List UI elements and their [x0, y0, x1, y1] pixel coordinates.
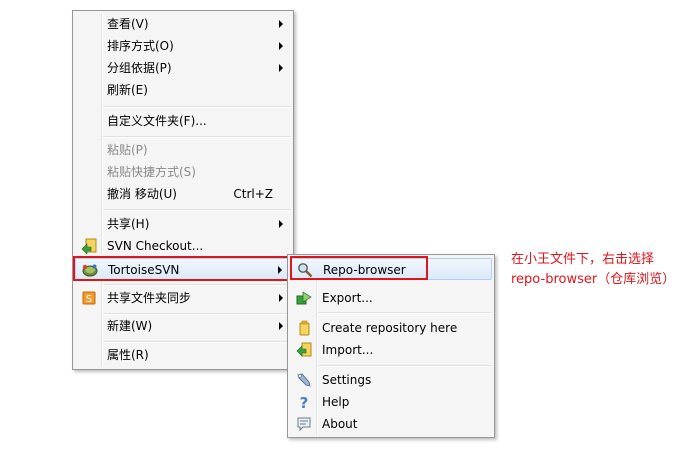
create-repository-icon: [296, 320, 312, 336]
tortoisesvn-submenu: Repo-browser Export... Create repository…: [287, 254, 495, 438]
submenu-item-import[interactable]: Import...: [290, 339, 492, 361]
svn-checkout-icon: [81, 238, 97, 255]
menu-item-label: 刷新(E): [107, 83, 148, 97]
submenu-item-settings[interactable]: Settings: [290, 369, 492, 391]
menu-item-properties[interactable]: 属性(R): [75, 344, 291, 366]
menu-item-label: 共享(H): [107, 217, 150, 231]
menu-item-refresh[interactable]: 刷新(E): [75, 79, 291, 101]
submenu-arrow-icon: [279, 322, 283, 330]
menu-item-label: Help: [322, 395, 350, 409]
svg-text:?: ?: [300, 394, 309, 410]
svg-text:S: S: [86, 294, 92, 305]
menu-item-label: 新建(W): [107, 319, 153, 333]
menu-item-sort-by[interactable]: 排序方式(O): [75, 35, 291, 57]
menu-item-label: Export...: [322, 291, 373, 305]
menu-separator: [103, 209, 291, 211]
menu-item-label: Import...: [322, 343, 374, 357]
menu-item-label: About: [322, 417, 358, 431]
menu-item-group-by[interactable]: 分组依据(P): [75, 57, 291, 79]
menu-item-label: 粘贴(P): [107, 143, 148, 157]
menu-item-customize-folder[interactable]: 自定义文件夹(F)...: [75, 110, 291, 132]
submenu-arrow-icon: [279, 64, 283, 72]
submenu-item-help[interactable]: ? Help: [290, 391, 492, 413]
menu-item-shortcut: Ctrl+Z: [233, 187, 273, 201]
submenu-item-export[interactable]: Export...: [290, 287, 492, 309]
menu-item-undo-move[interactable]: 撤消 移动(U) Ctrl+Z: [75, 183, 291, 205]
about-icon: [296, 416, 312, 432]
menu-item-paste: 粘贴(P): [75, 139, 291, 161]
submenu-arrow-icon: [279, 294, 283, 302]
menu-item-paste-shortcut: 粘贴快捷方式(S): [75, 161, 291, 183]
menu-separator: [318, 365, 492, 367]
submenu-item-create-repository[interactable]: Create repository here: [290, 317, 492, 339]
submenu-item-about[interactable]: About: [290, 413, 492, 435]
menu-item-share[interactable]: 共享(H): [75, 213, 291, 235]
menu-separator: [318, 312, 492, 314]
annotation-text: 在小王文件下，右击选择 repo-browser（仓库浏览）: [511, 252, 676, 287]
repo-browser-highlight-box: [290, 256, 428, 280]
menu-separator: [103, 106, 291, 108]
menu-item-svn-checkout[interactable]: SVN Checkout...: [75, 235, 291, 257]
import-icon: [296, 342, 312, 358]
menu-item-view[interactable]: 查看(V): [75, 13, 291, 35]
settings-icon: [296, 372, 312, 388]
menu-item-label: 粘贴快捷方式(S): [107, 165, 196, 179]
menu-separator: [103, 284, 291, 286]
menu-item-label: 分组依据(P): [107, 61, 172, 75]
menu-item-label: 排序方式(O): [107, 39, 174, 53]
submenu-arrow-icon: [279, 42, 283, 50]
submenu-arrow-icon: [279, 20, 283, 28]
submenu-arrow-icon: [279, 220, 283, 228]
menu-item-label: 撤消 移动(U): [107, 187, 177, 201]
help-icon: ?: [296, 394, 312, 412]
menu-separator: [103, 341, 291, 343]
tortoisesvn-highlight-box: [73, 256, 289, 281]
menu-item-label: Settings: [322, 373, 372, 387]
menu-item-label: SVN Checkout...: [107, 239, 204, 253]
export-icon: [296, 290, 312, 306]
context-menu: 查看(V) 排序方式(O) 分组依据(P) 刷新(E) 自定义文件夹(F)...…: [72, 10, 294, 370]
sync-icon: S: [81, 290, 97, 306]
menu-item-label: 查看(V): [107, 17, 149, 31]
menu-item-label: 自定义文件夹(F)...: [107, 114, 207, 128]
menu-item-label: Create repository here: [322, 321, 458, 335]
menu-item-new[interactable]: 新建(W): [75, 315, 291, 337]
menu-item-shared-folder-sync[interactable]: S 共享文件夹同步: [75, 287, 291, 309]
menu-separator: [103, 136, 291, 138]
menu-item-label: 共享文件夹同步: [107, 291, 192, 305]
menu-item-label: 属性(R): [107, 348, 149, 362]
